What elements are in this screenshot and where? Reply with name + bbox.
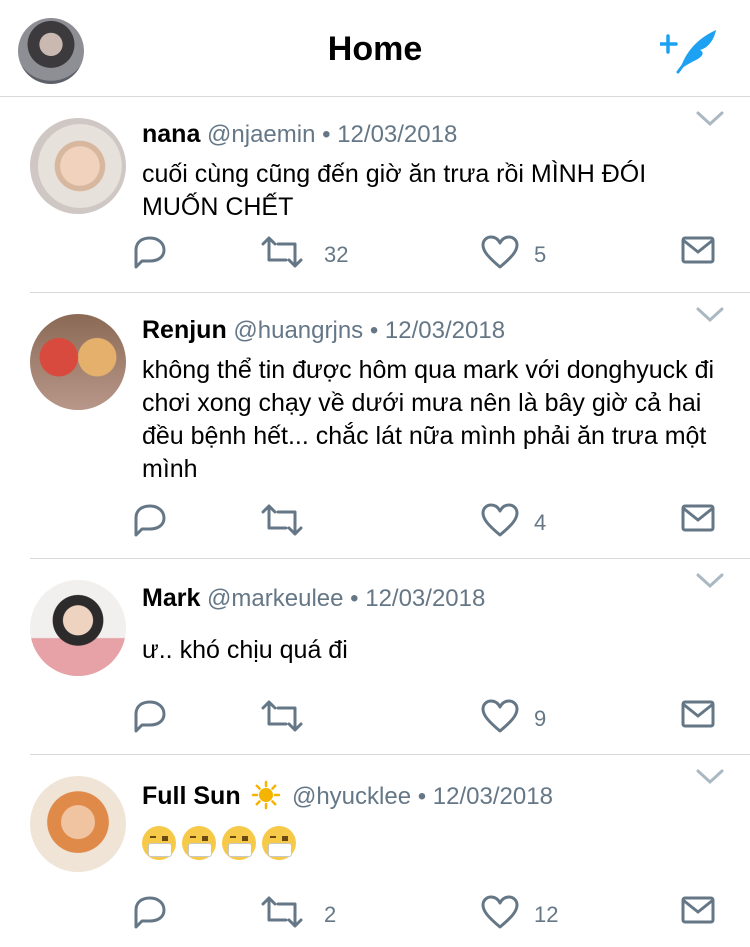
author-handle[interactable]: @njaemin (207, 121, 315, 148)
separator-dot: • (322, 121, 331, 148)
separator-dot: • (369, 317, 379, 344)
envelope-icon[interactable] (680, 698, 716, 730)
reply-icon[interactable] (130, 234, 168, 270)
avatar[interactable] (30, 776, 126, 872)
author-name[interactable]: Full Sun (142, 782, 241, 810)
mask-emoji-icon (182, 826, 216, 861)
like-count: 4 (534, 510, 547, 535)
heart-icon[interactable] (480, 894, 520, 930)
tweet-text: cuối cùng cũng đến giờ ăn trưa rồi MÌNH … (142, 160, 647, 221)
retweet-count: 2 (324, 902, 337, 927)
retweet-icon[interactable] (260, 894, 304, 930)
reply-icon[interactable] (130, 698, 168, 734)
tweet[interactable]: Full Sun @hyucklee • 12/03/2018 2 12 (30, 754, 750, 947)
compose-tweet-icon[interactable] (658, 26, 720, 76)
author-name[interactable]: Renjun (142, 316, 227, 344)
avatar[interactable] (30, 314, 126, 410)
heart-icon[interactable] (480, 698, 520, 734)
separator-dot: • (417, 783, 427, 810)
envelope-icon[interactable] (680, 502, 716, 534)
tweet[interactable]: nana @njaemin • 12/03/2018 cuối cùng cũn… (30, 96, 750, 293)
mask-emoji-icon (222, 826, 256, 861)
reply-icon[interactable] (130, 502, 168, 538)
retweet-icon[interactable] (260, 698, 304, 734)
tweet-text (142, 826, 722, 861)
mask-emoji-icon (262, 826, 296, 861)
chevron-down-icon[interactable] (696, 306, 724, 324)
avatar[interactable] (30, 580, 126, 676)
author-name[interactable]: nana (142, 120, 200, 148)
chevron-down-icon[interactable] (696, 768, 724, 786)
like-count: 9 (534, 706, 547, 731)
separator-dot: • (350, 585, 359, 612)
chevron-down-icon[interactable] (696, 572, 724, 590)
heart-icon[interactable] (480, 234, 520, 270)
envelope-icon[interactable] (680, 894, 716, 926)
retweet-count: 32 (324, 242, 349, 267)
author-handle[interactable]: @huangrjns (233, 317, 363, 344)
retweet-icon[interactable] (260, 234, 304, 270)
mask-emoji-icon (142, 826, 176, 861)
author-name[interactable]: Mark (142, 584, 200, 612)
tweet[interactable]: Mark @markeulee • 12/03/2018 ư.. khó chị… (30, 558, 750, 755)
sun-emoji-icon (252, 780, 281, 810)
like-count: 5 (534, 242, 547, 267)
tweet-date[interactable]: 12/03/2018 (385, 317, 505, 344)
envelope-icon[interactable] (680, 234, 716, 266)
reply-icon[interactable] (130, 894, 168, 930)
author-handle[interactable]: @hyucklee (292, 783, 411, 810)
like-count: 12 (534, 902, 559, 927)
top-bar: Home (0, 0, 750, 97)
chevron-down-icon[interactable] (696, 110, 724, 128)
author-handle[interactable]: @markeulee (207, 585, 343, 612)
page-title: Home (327, 30, 423, 68)
tweet-text: ư.. khó chịu quá đi (142, 636, 348, 664)
tweet-text: không thể tin được hôm qua mark với dong… (142, 356, 715, 483)
avatar[interactable] (30, 118, 126, 214)
retweet-icon[interactable] (260, 502, 304, 538)
tweet-date[interactable]: 12/03/2018 (337, 121, 457, 148)
tweet-date[interactable]: 12/03/2018 (433, 783, 553, 810)
tweet-date[interactable]: 12/03/2018 (365, 585, 485, 612)
tweet[interactable]: Renjun @huangrjns • 12/03/2018 không thể… (30, 292, 750, 559)
heart-icon[interactable] (480, 502, 520, 538)
